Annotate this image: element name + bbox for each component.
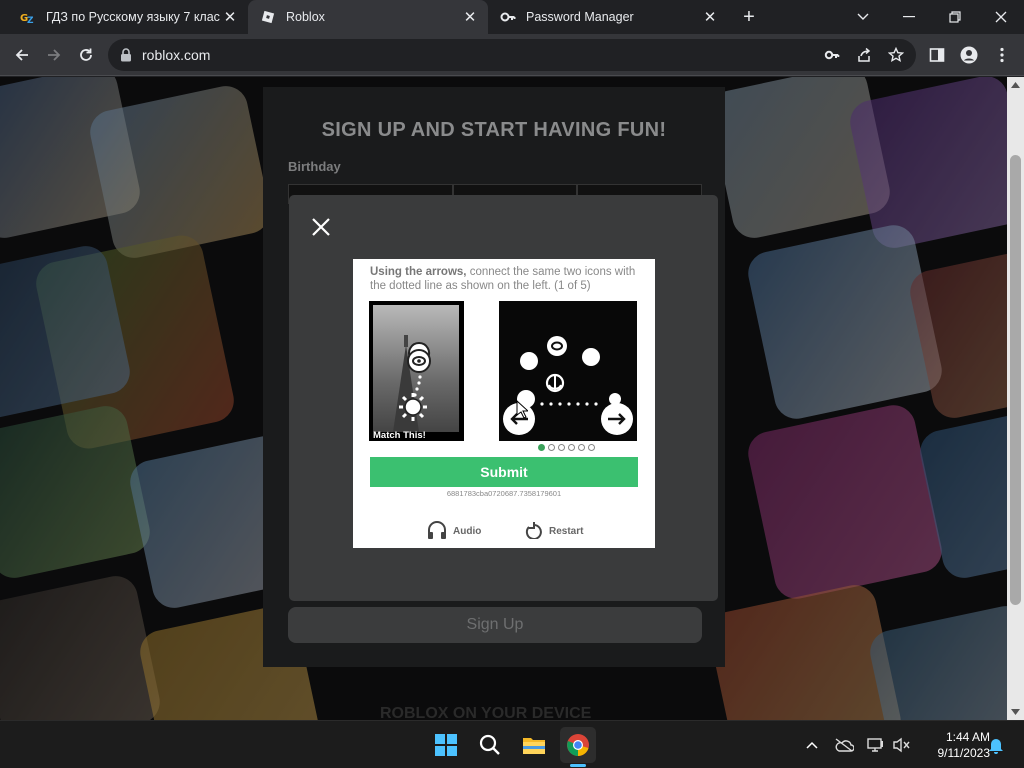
menu-kebab-icon[interactable] <box>989 42 1015 68</box>
minimize-button[interactable] <box>886 0 932 34</box>
tab-search-icon[interactable] <box>840 0 886 34</box>
close-icon[interactable]: ✕ <box>460 7 480 27</box>
captcha-modal: Using the arrows, connect the same two i… <box>289 195 718 601</box>
pager-dot[interactable] <box>548 444 555 451</box>
new-tab-button[interactable]: + <box>736 4 762 30</box>
signup-button[interactable]: Sign Up <box>288 607 702 643</box>
file-explorer-icon[interactable] <box>516 727 552 763</box>
puzzle-pager <box>538 444 595 451</box>
key-icon[interactable] <box>822 45 842 65</box>
gdz-icon: GZ <box>20 9 36 25</box>
notification-bell-icon[interactable] <box>986 735 1006 755</box>
url-text[interactable]: roblox.com <box>142 47 210 63</box>
birthday-label: Birthday <box>288 159 341 174</box>
page-viewport: SIGN UP AND START HAVING FUN! Birthday S… <box>0 77 1007 720</box>
scroll-down-icon[interactable] <box>1011 708 1020 717</box>
example-image <box>373 305 459 432</box>
restart-label: Restart <box>549 526 584 537</box>
side-panel-icon[interactable] <box>924 42 950 68</box>
arrow-right-button[interactable] <box>601 403 633 435</box>
tab-roblox[interactable]: Roblox ✕ <box>248 0 488 34</box>
match-this-label: Match This! <box>373 430 426 441</box>
captcha-challenge: Using the arrows, connect the same two i… <box>353 259 655 548</box>
address-bar[interactable]: roblox.com <box>108 39 916 71</box>
windows-taskbar: 1:44 AM 9/11/2023 <box>0 720 1024 768</box>
captcha-instruction: Using the arrows, connect the same two i… <box>370 265 645 293</box>
submit-button[interactable]: Submit <box>370 457 638 487</box>
close-icon[interactable] <box>309 215 333 239</box>
tab-title: Password Manager <box>526 10 634 24</box>
pager-dot[interactable] <box>558 444 565 451</box>
system-clock[interactable]: 1:44 AM 9/11/2023 <box>918 729 991 761</box>
forward-button[interactable] <box>41 42 67 68</box>
restore-button[interactable] <box>932 0 978 34</box>
chrome-icon[interactable] <box>560 727 596 763</box>
tab-password-manager[interactable]: Password Manager ✕ <box>488 0 728 34</box>
volume-muted-icon[interactable] <box>892 735 912 755</box>
tab-title: Roblox <box>286 10 325 24</box>
roblox-icon <box>260 9 276 25</box>
restart-icon <box>525 521 543 542</box>
tab-title: ГДЗ по Русскому языку 7 класс Ла <box>46 10 220 24</box>
onedrive-icon[interactable] <box>834 735 854 755</box>
tab-gdz[interactable]: GZ ГДЗ по Русскому языку 7 класс Ла ✕ <box>8 0 248 34</box>
page-title: SIGN UP AND START HAVING FUN! <box>321 119 667 141</box>
svg-text:Z: Z <box>27 16 34 25</box>
mouse-cursor-icon <box>516 399 530 423</box>
bookmark-star-icon[interactable] <box>886 45 906 65</box>
page-scrollbar[interactable] <box>1007 77 1024 720</box>
back-button[interactable] <box>9 42 35 68</box>
clock-date: 9/11/2023 <box>937 746 991 760</box>
pager-dot[interactable] <box>538 444 545 451</box>
clock-time: 1:44 AM <box>945 730 990 744</box>
audio-label: Audio <box>453 526 482 537</box>
restart-button[interactable]: Restart <box>525 521 583 542</box>
active-app-indicator <box>570 764 586 767</box>
profile-icon[interactable] <box>956 42 982 68</box>
pager-dot[interactable] <box>588 444 595 451</box>
session-id: 6881783cba0720687.7358179601 <box>446 489 562 498</box>
windows-start-icon[interactable] <box>428 727 464 763</box>
browser-toolbar: roblox.com <box>0 34 1024 76</box>
key-icon <box>500 9 516 25</box>
search-icon[interactable] <box>472 727 508 763</box>
close-icon[interactable]: ✕ <box>220 7 240 27</box>
scroll-thumb[interactable] <box>1010 155 1021 605</box>
tab-strip: GZ ГДЗ по Русскому языку 7 класс Ла ✕ Ro… <box>0 0 1024 34</box>
footer-heading: ROBLOX ON YOUR DEVICE <box>380 705 592 720</box>
close-window-button[interactable] <box>978 0 1024 34</box>
audio-button[interactable]: Audio <box>427 521 481 542</box>
headphones-icon <box>427 521 447 542</box>
instruction-bold: Using the arrows, <box>370 266 467 278</box>
chevron-up-icon[interactable] <box>802 735 822 755</box>
scroll-up-icon[interactable] <box>1011 81 1020 90</box>
pager-dot[interactable] <box>568 444 575 451</box>
lock-icon[interactable] <box>120 48 132 62</box>
network-icon[interactable] <box>866 735 886 755</box>
reload-button[interactable] <box>73 42 99 68</box>
pager-dot[interactable] <box>578 444 585 451</box>
example-image-frame: Match This! <box>369 301 464 441</box>
share-icon[interactable] <box>854 45 874 65</box>
close-icon[interactable]: ✕ <box>700 7 720 27</box>
